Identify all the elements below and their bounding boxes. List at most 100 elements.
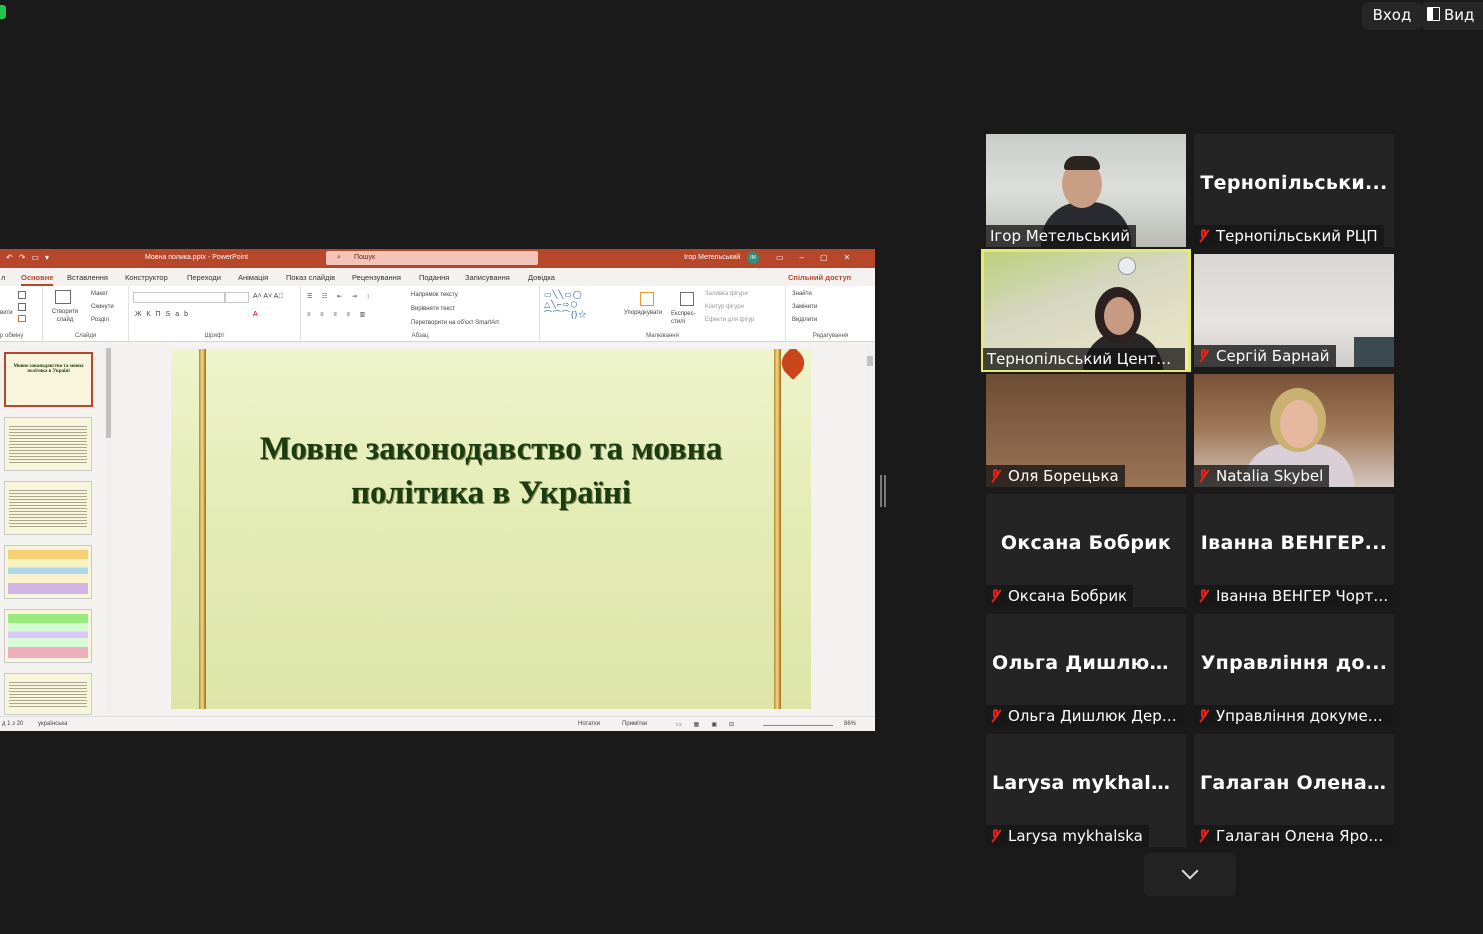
tab-design[interactable]: Конструктор xyxy=(125,273,168,282)
reset-button[interactable]: Скинути xyxy=(91,304,114,310)
tab-recording[interactable]: Записування xyxy=(465,273,510,282)
font-size-input[interactable] xyxy=(225,292,249,303)
view-mode-buttons[interactable]: ▭▦▣⊟ xyxy=(676,721,746,728)
participant-tile[interactable]: Тернопільськи... Тернопільський РЦП xyxy=(1194,134,1394,247)
font-name-input[interactable] xyxy=(133,292,225,303)
slide-thumbnail-5[interactable] xyxy=(4,609,92,663)
participant-tile[interactable]: Ольга Дишлюк... Ольга Дишлюк Держ... xyxy=(986,614,1186,727)
participant-tile[interactable]: Управління до... Управління документ... xyxy=(1194,614,1394,727)
participant-tile[interactable]: Сергій Барнай xyxy=(1194,254,1394,367)
participant-display-name: Ольга Дишлюк... xyxy=(992,652,1186,674)
shapes-gallery[interactable]: ▭╲╲▭◯ △╲⌐⇨⬡ ⌒⌒⌒{}☆ xyxy=(544,290,587,320)
quick-styles-button[interactable]: Експрес-стилі xyxy=(671,310,701,326)
slide-counter: д 1 з 20 xyxy=(2,721,24,727)
tab-view[interactable]: Подання xyxy=(419,273,449,282)
layout-button[interactable]: Макет xyxy=(91,291,108,297)
tab-file[interactable]: л xyxy=(1,273,5,282)
quick-access-toolbar[interactable]: ↶↷▭▾ xyxy=(6,253,55,262)
arrange-icon[interactable] xyxy=(640,292,654,306)
participant-tile[interactable]: Natalia Skybel xyxy=(1194,374,1394,487)
paste-button[interactable]: вити xyxy=(0,310,13,316)
participant-tile-active-speaker[interactable]: Тернопільський Центр ПК xyxy=(981,249,1191,372)
ribbon-tabs: л Основне Вставлення Конструктор Переход… xyxy=(0,268,875,286)
shape-effects-button[interactable]: Ефекти для фігур xyxy=(705,317,754,323)
maple-leaf-decoration xyxy=(776,349,810,380)
participant-tile[interactable]: Оксана Бобрик Оксана Бобрик xyxy=(986,494,1186,607)
participant-name-label: Тернопільський РЦП xyxy=(1194,225,1384,247)
search-placeholder: Пошук xyxy=(354,254,376,261)
paragraph-group-label: Абзац xyxy=(411,333,429,339)
text-direction-button[interactable]: Напрямок тексту xyxy=(411,292,458,298)
tab-slideshow[interactable]: Показ слайдів xyxy=(286,273,335,282)
font-size-controls[interactable]: A˄ A˅ A⃠ xyxy=(253,293,284,300)
zoom-level[interactable]: 86% xyxy=(844,721,856,727)
list-buttons[interactable]: ☰ ☷ ⇤ ⇥ ↕ xyxy=(307,293,373,300)
participant-tile[interactable]: Larysa mykhalska Larysa mykhalska xyxy=(986,734,1186,847)
find-button[interactable]: Знайти xyxy=(792,291,812,297)
slide-scrollbar[interactable] xyxy=(866,344,874,712)
slide-thumbnail-2[interactable] xyxy=(4,417,92,471)
participant-name-label: Ігор Метельський xyxy=(986,225,1136,247)
format-painter-icon[interactable] xyxy=(18,315,26,322)
shape-outline-button[interactable]: Контур фігури xyxy=(705,304,744,310)
notes-button[interactable]: Нотатки xyxy=(578,721,600,727)
tab-home[interactable]: Основне xyxy=(21,273,54,286)
account-avatar[interactable]: ІМ xyxy=(747,252,759,264)
cut-icon[interactable] xyxy=(18,291,26,299)
participant-display-name: Іванна ВЕНГЕР... xyxy=(1200,532,1388,554)
thumbnail-scrollbar[interactable] xyxy=(105,342,112,714)
participant-name-label: Галаган Олена Яросла... xyxy=(1194,825,1394,847)
participant-tile[interactable]: Оля Борецька xyxy=(986,374,1186,487)
tab-animations[interactable]: Анімація xyxy=(238,273,268,282)
show-more-participants-button[interactable] xyxy=(1144,853,1236,896)
comments-button[interactable]: Примітки xyxy=(622,721,647,727)
slide-thumbnail-4[interactable] xyxy=(4,545,92,599)
view-button-label: Вид xyxy=(1444,6,1475,24)
slide-title[interactable]: Мовне законодавство та мовна політика в … xyxy=(211,427,771,515)
status-bar: д 1 з 20 українська Нотатки Примітки ▭▦▣… xyxy=(0,716,875,731)
shared-screen: ↶↷▭▾ Мовна полика.pptx - PowerPoint ⌕ Пош… xyxy=(0,249,875,731)
search-box[interactable]: ⌕ Пошук xyxy=(326,251,538,265)
slide-thumbnail-6[interactable] xyxy=(4,673,92,715)
tab-review[interactable]: Рецензування xyxy=(352,273,401,282)
share-button[interactable]: Спільний доступ xyxy=(788,273,851,282)
muted-microphone-icon xyxy=(990,469,1002,483)
slide-thumbnail-3[interactable] xyxy=(4,481,92,535)
arrange-button[interactable]: Упорядкувати xyxy=(624,310,662,316)
align-text-button[interactable]: Вирівняти текст xyxy=(411,306,455,312)
editing-group-label: Редагування xyxy=(812,333,849,339)
tab-transitions[interactable]: Переходи xyxy=(187,273,221,282)
muted-microphone-icon xyxy=(990,829,1002,843)
tab-help[interactable]: Довідка xyxy=(528,273,555,282)
select-button[interactable]: Виділити xyxy=(792,317,817,323)
participant-tile[interactable]: Галаган Олена... Галаган Олена Яросла... xyxy=(1194,734,1394,847)
view-button[interactable]: Вид xyxy=(1421,2,1483,30)
convert-smartart-button[interactable]: Перетворити на об'єкт SmartArt xyxy=(411,320,499,326)
font-color-button[interactable]: A xyxy=(253,311,258,318)
muted-microphone-icon xyxy=(1198,589,1210,603)
font-style-buttons[interactable]: ЖКПSab xyxy=(135,311,193,318)
participant-display-name: Тернопільськи... xyxy=(1200,172,1388,194)
participant-tile[interactable]: Іванна ВЕНГЕР... Іванна ВЕНГЕР Чорткі... xyxy=(1194,494,1394,607)
view-layout-icon xyxy=(1427,7,1440,21)
participant-name-label: Natalia Skybel xyxy=(1194,465,1330,487)
login-button[interactable]: Вход xyxy=(1362,2,1422,30)
replace-button[interactable]: Замінити xyxy=(792,304,817,310)
window-controls[interactable]: ▭–▢✕ xyxy=(776,253,866,262)
section-button[interactable]: Розділ xyxy=(91,317,109,323)
shape-fill-button[interactable]: Заливка фігури xyxy=(705,291,748,297)
copy-icon[interactable] xyxy=(18,303,26,311)
language-indicator[interactable]: українська xyxy=(38,721,68,727)
panel-resize-handle[interactable] xyxy=(880,475,886,507)
new-slide-button[interactable]: Створити слайд xyxy=(46,308,84,324)
slide-thumbnail-1[interactable]: Мовне законодавство та мовна політика в … xyxy=(4,352,93,407)
alignment-buttons[interactable]: ≡ ≡ ≡ ≡ ▥ xyxy=(307,311,369,318)
zoom-slider[interactable] xyxy=(763,725,833,726)
participant-name-label: Larysa mykhalska xyxy=(986,825,1149,847)
participant-tile[interactable]: Ігор Метельський xyxy=(986,134,1186,247)
new-slide-icon[interactable] xyxy=(55,290,71,304)
muted-microphone-icon xyxy=(990,589,1002,603)
quick-styles-icon[interactable] xyxy=(680,292,694,306)
tab-insert[interactable]: Вставлення xyxy=(67,273,108,282)
drawing-group: ▭╲╲▭◯ △╲⌐⇨⬡ ⌒⌒⌒{}☆ Упорядкувати Експрес-ст… xyxy=(540,286,786,341)
